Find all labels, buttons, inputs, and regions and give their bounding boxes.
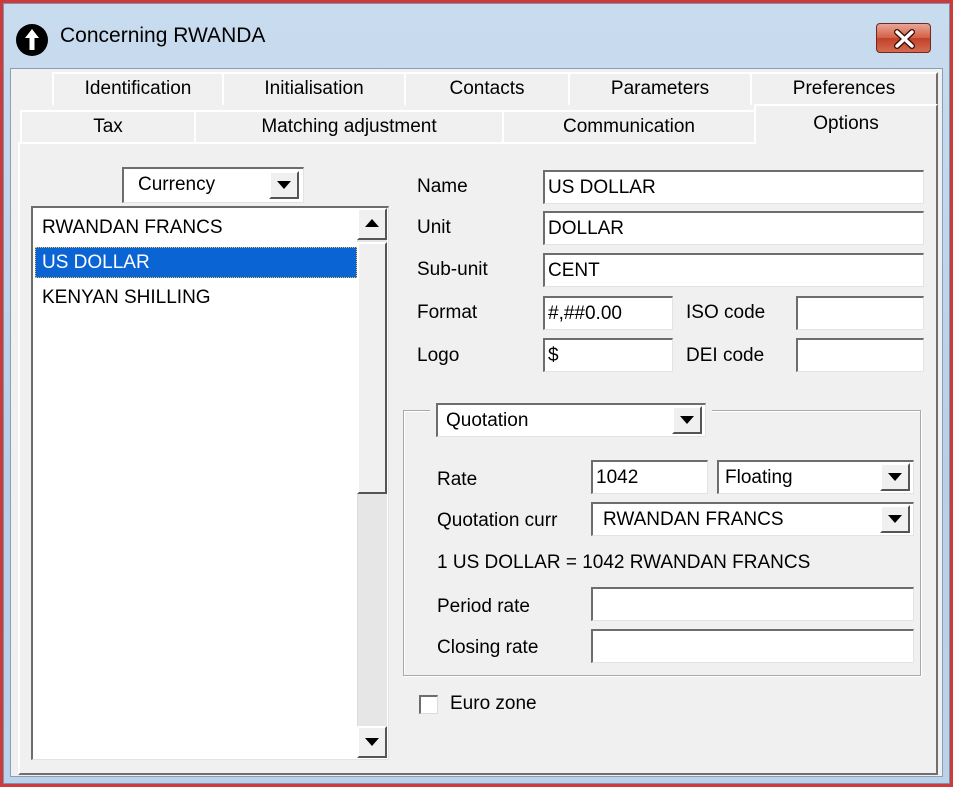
- subunit-label: Sub-unit: [417, 259, 488, 280]
- arrow-up-icon: [365, 219, 379, 227]
- close-icon: [894, 29, 915, 49]
- rate-field[interactable]: 1042: [591, 460, 708, 494]
- chevron-down-icon: [680, 416, 694, 424]
- tab-communication[interactable]: Communication: [502, 110, 756, 143]
- list-item[interactable]: RWANDAN FRANCS: [35, 212, 357, 243]
- window-title: Concerning RWANDA: [60, 24, 266, 47]
- euro-zone-checkbox[interactable]: [419, 695, 438, 714]
- tab-tax[interactable]: Tax: [20, 110, 196, 143]
- logo-label: Logo: [417, 345, 460, 366]
- chevron-down-icon: [365, 738, 379, 746]
- name-field[interactable]: US DOLLAR: [543, 170, 924, 204]
- currency-type-dropdown-button[interactable]: [269, 171, 299, 199]
- period-rate-field[interactable]: [591, 587, 914, 621]
- dei-code-label: DEI code: [686, 345, 765, 366]
- scroll-thumb[interactable]: [357, 242, 387, 494]
- list-item[interactable]: KENYAN SHILLING: [35, 282, 357, 313]
- logo-field[interactable]: $: [543, 338, 673, 372]
- period-rate-label: Period rate: [437, 596, 530, 617]
- chevron-down-icon: [888, 473, 902, 481]
- currency-type-value: Currency: [138, 174, 216, 195]
- subunit-field[interactable]: CENT: [543, 253, 924, 287]
- name-label: Name: [417, 176, 468, 197]
- tab-contacts[interactable]: Contacts: [404, 72, 570, 105]
- tab-preferences[interactable]: Preferences: [750, 72, 938, 105]
- euro-zone-label[interactable]: Euro zone: [450, 693, 537, 715]
- conversion-text: 1 US DOLLAR = 1042 RWANDAN FRANCS: [437, 552, 811, 573]
- tab-identification[interactable]: Identification: [52, 72, 224, 105]
- iso-code-label: ISO code: [686, 302, 766, 323]
- format-label: Format: [417, 302, 478, 323]
- chevron-down-icon: [277, 181, 291, 189]
- list-item-selected[interactable]: US DOLLAR: [35, 247, 357, 278]
- quotation-mode-value: Quotation: [446, 410, 529, 431]
- format-field[interactable]: #,##0.00: [543, 296, 673, 330]
- rate-label: Rate: [437, 469, 478, 490]
- quotation-curr-select[interactable]: RWANDAN FRANCS: [591, 502, 914, 536]
- quotation-curr-value: RWANDAN FRANCS: [603, 509, 784, 530]
- tab-matching-adjustment[interactable]: Matching adjustment: [194, 110, 504, 143]
- quotation-mode-dropdown-button[interactable]: [672, 406, 702, 434]
- iso-code-field[interactable]: [796, 296, 924, 330]
- close-button[interactable]: [876, 23, 931, 53]
- closing-rate-field[interactable]: [591, 629, 914, 663]
- chevron-down-icon: [888, 515, 902, 523]
- rate-type-value: Floating: [725, 467, 793, 488]
- scroll-up-button[interactable]: [357, 208, 387, 240]
- unit-field[interactable]: DOLLAR: [543, 211, 924, 245]
- tab-initialisation[interactable]: Initialisation: [222, 72, 406, 105]
- tab-parameters[interactable]: Parameters: [568, 72, 752, 105]
- closing-rate-label: Closing rate: [437, 637, 539, 658]
- currency-list[interactable]: RWANDAN FRANCS US DOLLAR KENYAN SHILLING: [31, 206, 389, 760]
- tab-options[interactable]: Options: [754, 104, 938, 144]
- quotation-curr-dropdown-button[interactable]: [880, 505, 910, 533]
- quotation-curr-label: Quotation curr: [437, 510, 558, 531]
- unit-label: Unit: [417, 217, 451, 238]
- info-circle-icon: [16, 24, 48, 56]
- scroll-down-button[interactable]: [357, 726, 387, 758]
- rate-type-dropdown-button[interactable]: [880, 463, 910, 491]
- dei-code-field[interactable]: [796, 338, 924, 372]
- quotation-mode-select[interactable]: Quotation: [436, 403, 706, 437]
